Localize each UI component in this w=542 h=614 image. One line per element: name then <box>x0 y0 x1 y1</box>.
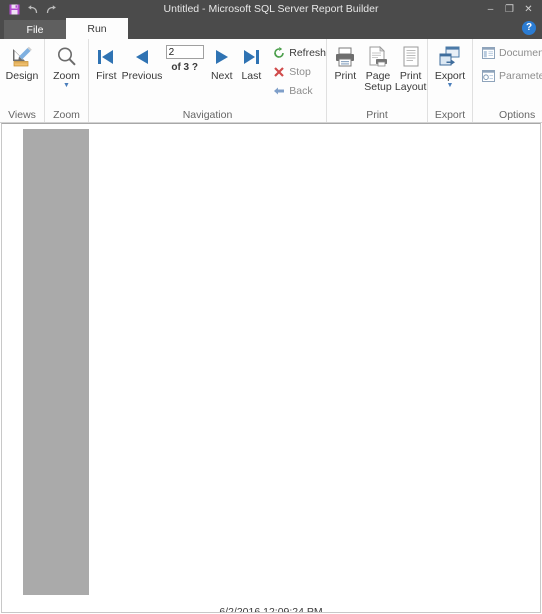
restore-button[interactable]: ❐ <box>500 0 519 18</box>
parameters-button-label: Parameters <box>499 69 542 82</box>
help-icon[interactable]: ? <box>522 21 536 35</box>
document-map-button-label: Document <box>499 46 542 59</box>
parameters-button[interactable]: Parameters ▸ <box>480 67 542 84</box>
report-page: 6/2/2016 12:09:24 PM <box>2 124 540 612</box>
previous-button[interactable]: Previous <box>121 42 163 82</box>
first-button[interactable]: First <box>91 42 122 82</box>
quick-access-toolbar <box>0 3 57 16</box>
design-button[interactable]: Design <box>0 42 44 82</box>
export-button-label: Export <box>434 70 466 82</box>
print-button[interactable]: Print <box>329 42 362 82</box>
options-small-buttons: Document <box>480 44 542 84</box>
last-button[interactable]: Last <box>237 42 267 82</box>
print-layout-button[interactable]: Print Layout <box>394 42 427 93</box>
print-button-label: Print <box>334 70 357 82</box>
close-button[interactable]: ✕ <box>519 0 538 18</box>
next-page-icon <box>211 44 233 70</box>
document-map-button[interactable]: Document <box>480 44 542 61</box>
tab-file[interactable]: File <box>4 20 66 39</box>
minimize-button[interactable]: – <box>481 0 500 18</box>
undo-icon[interactable] <box>26 3 39 16</box>
tab-run[interactable]: Run <box>66 18 128 39</box>
navigation-small-buttons: Refresh Stop Back <box>266 42 326 99</box>
next-button-label: Next <box>210 70 233 82</box>
ribbon-group-views: Design Views <box>0 39 44 122</box>
document-map-icon <box>482 46 495 59</box>
back-arrow-icon <box>273 85 285 97</box>
ribbon-group-print-label: Print <box>366 109 388 121</box>
ribbon: Design Views Zoom ▼ Zoom First Previous … <box>0 39 542 123</box>
ribbon-group-views-label: Views <box>8 109 36 121</box>
first-button-label: First <box>96 70 117 82</box>
last-page-icon <box>240 44 262 70</box>
zoom-button-label: Zoom <box>53 70 80 82</box>
report-content-block <box>23 129 89 595</box>
chevron-down-icon[interactable]: ▼ <box>447 82 454 89</box>
print-layout-button-label: Print Layout <box>394 70 427 93</box>
report-footer-timestamp: 6/2/2016 12:09:24 PM <box>219 606 323 613</box>
zoom-button[interactable]: Zoom ▼ <box>45 42 88 89</box>
window-title: Untitled - Microsoft SQL Server Report B… <box>163 3 379 15</box>
chevron-down-icon[interactable]: ▼ <box>63 82 70 89</box>
printer-icon <box>333 44 357 70</box>
refresh-button-label: Refresh <box>289 46 326 59</box>
refresh-icon <box>273 46 285 59</box>
page-number-area: of 3 ? <box>162 42 206 73</box>
ribbon-group-zoom-label: Zoom <box>53 109 80 121</box>
stop-x-icon <box>273 66 285 78</box>
ribbon-group-navigation-label: Navigation <box>182 109 233 121</box>
page-count-label: of 3 ? <box>171 62 199 73</box>
page-setup-icon <box>366 44 390 70</box>
report-viewport[interactable]: 6/2/2016 12:09:24 PM <box>1 123 541 613</box>
ribbon-group-options: Document <box>472 39 542 122</box>
design-ruler-pencil-icon <box>10 44 34 70</box>
magnifier-icon <box>55 44 79 70</box>
first-page-icon <box>95 44 117 70</box>
next-button[interactable]: Next <box>207 42 237 82</box>
redo-icon[interactable] <box>44 3 57 16</box>
page-number-input[interactable] <box>165 45 204 59</box>
title-bar: Untitled - Microsoft SQL Server Report B… <box>0 0 542 18</box>
page-setup-button-label: Page Setup <box>364 70 392 93</box>
stop-button-label: Stop <box>289 65 311 78</box>
stop-button[interactable]: Stop <box>271 63 326 80</box>
previous-page-icon <box>131 44 153 70</box>
ribbon-group-zoom: Zoom ▼ Zoom <box>44 39 88 122</box>
ribbon-group-export: Export ▼ Export <box>427 39 472 122</box>
report-builder-window: Untitled - Microsoft SQL Server Report B… <box>0 0 542 614</box>
export-icon <box>438 44 462 70</box>
previous-button-label: Previous <box>121 70 163 82</box>
export-button[interactable]: Export ▼ <box>428 42 472 89</box>
refresh-button[interactable]: Refresh <box>271 44 326 61</box>
back-button[interactable]: Back <box>271 82 326 99</box>
ribbon-group-export-label: Export <box>434 109 466 121</box>
back-button-label: Back <box>289 84 313 97</box>
ribbon-group-options-label: Options <box>499 109 536 121</box>
save-icon[interactable] <box>8 3 21 16</box>
ribbon-tab-strip: File Run ? <box>0 18 542 39</box>
design-button-label: Design <box>5 70 39 82</box>
ribbon-group-print: Print Page Setup Print Layout Print <box>326 39 427 122</box>
window-controls: – ❐ ✕ <box>481 0 538 18</box>
print-layout-icon <box>399 44 423 70</box>
parameters-icon <box>482 69 495 82</box>
page-setup-button[interactable]: Page Setup <box>362 42 395 93</box>
last-button-label: Last <box>241 70 262 82</box>
ribbon-group-navigation: First Previous of 3 ? <box>88 39 326 122</box>
